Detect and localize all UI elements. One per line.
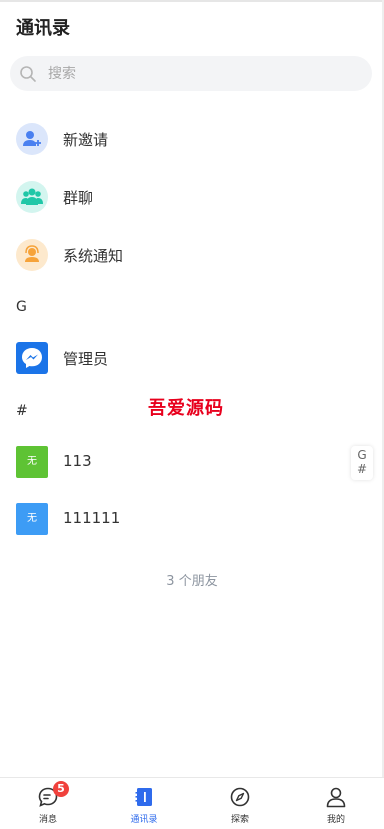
contact-name: 111111 bbox=[63, 509, 121, 527]
compass-icon bbox=[230, 787, 250, 807]
tab-messages[interactable]: 5 消息 bbox=[0, 778, 96, 829]
tab-me[interactable]: 我的 bbox=[288, 778, 384, 829]
avatar: 无 bbox=[16, 503, 48, 535]
avatar: 无 bbox=[16, 446, 48, 478]
page-title: 通讯录 bbox=[16, 18, 70, 39]
section-header-g: G bbox=[16, 299, 27, 315]
index-letter-hash[interactable]: # bbox=[351, 462, 373, 476]
contact-row[interactable]: 无 111111 bbox=[0, 494, 370, 544]
tab-contacts[interactable]: 通讯录 bbox=[96, 778, 192, 829]
section-header-hash: # bbox=[16, 403, 28, 419]
alphabet-index-bar[interactable]: G # bbox=[351, 446, 373, 480]
tab-explore[interactable]: 探索 bbox=[192, 778, 288, 829]
add-user-icon bbox=[16, 123, 48, 155]
new-invitations-label: 新邀请 bbox=[63, 131, 109, 149]
search-input[interactable] bbox=[48, 56, 348, 91]
contact-name: 113 bbox=[63, 452, 92, 470]
profile-icon bbox=[326, 787, 346, 808]
contact-row[interactable]: 管理员 bbox=[0, 333, 370, 383]
new-invitations-item[interactable]: 新邀请 bbox=[0, 114, 370, 164]
contact-name: 管理员 bbox=[63, 350, 109, 368]
tab-label: 探索 bbox=[230, 815, 249, 825]
contacts-book-icon bbox=[135, 788, 152, 806]
watermark-text: 吾爱源码 bbox=[148, 398, 224, 419]
friend-count: 3 个朋友 bbox=[166, 574, 218, 589]
search-icon bbox=[20, 66, 36, 82]
group-chats-label: 群聊 bbox=[63, 189, 94, 207]
group-chats-item[interactable]: 群聊 bbox=[0, 172, 370, 222]
group-icon bbox=[16, 181, 48, 213]
unread-badge: 5 bbox=[53, 781, 69, 797]
tab-label: 消息 bbox=[38, 815, 57, 825]
bottom-tab-bar: 5 消息 通讯录 探索 我的 bbox=[0, 777, 384, 829]
tab-label: 我的 bbox=[326, 815, 345, 825]
messenger-icon bbox=[16, 342, 48, 374]
contact-row[interactable]: 无 113 bbox=[0, 437, 370, 487]
search-bar[interactable] bbox=[10, 56, 372, 91]
notification-icon bbox=[16, 239, 48, 271]
index-letter-g[interactable]: G bbox=[351, 448, 373, 462]
system-notifications-item[interactable]: 系统通知 bbox=[0, 230, 370, 280]
top-divider bbox=[0, 0, 384, 2]
system-notifications-label: 系统通知 bbox=[63, 247, 124, 265]
tab-label: 通讯录 bbox=[130, 815, 158, 825]
